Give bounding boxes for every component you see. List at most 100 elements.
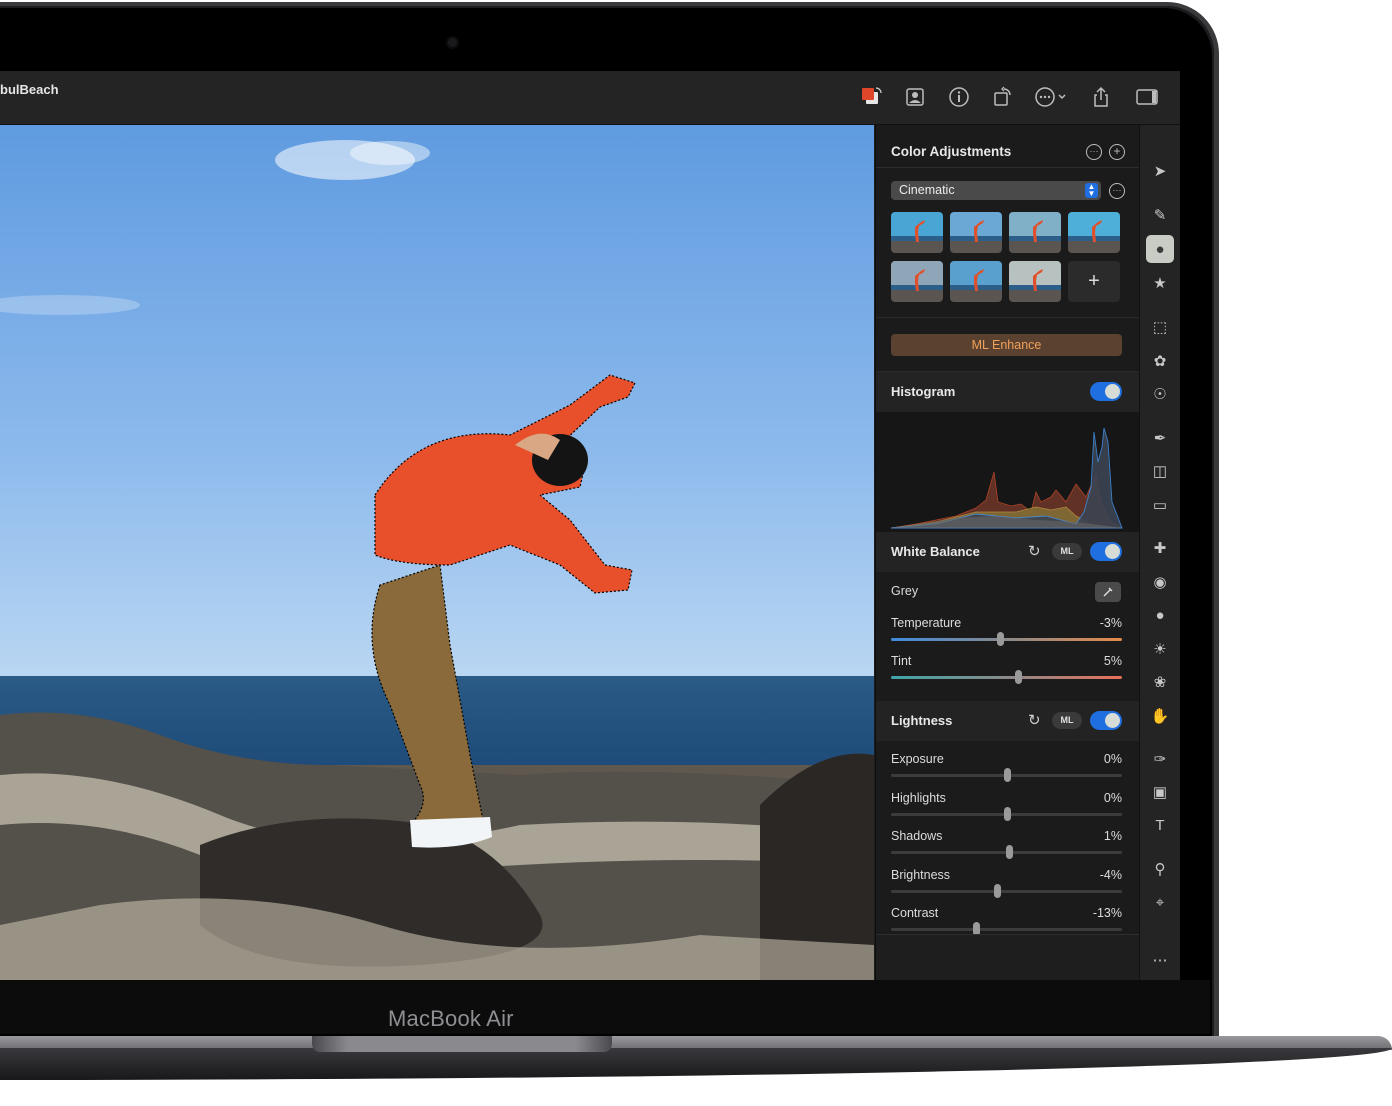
panel-footer — [876, 934, 1139, 980]
sidebar-toggle-icon[interactable] — [1134, 84, 1160, 110]
slider-thumb[interactable] — [1003, 806, 1011, 821]
preset-select-value: Cinematic — [899, 183, 955, 197]
slider-label: Brightness — [891, 867, 951, 882]
lasso-select-icon[interactable]: ✿ — [1146, 347, 1174, 375]
slider-thumb[interactable] — [1015, 670, 1023, 684]
slider-label: Contrast — [891, 906, 939, 920]
slider-track[interactable] — [891, 883, 1122, 898]
share-icon[interactable] — [1088, 84, 1114, 110]
histogram-toggle[interactable] — [1090, 382, 1122, 401]
reset-lightness-icon[interactable]: ↻ — [1028, 711, 1041, 729]
slider-label: Tint — [891, 654, 912, 668]
panel-more-icon[interactable]: ··· — [1086, 144, 1102, 160]
ml-enhance-button[interactable]: ML Enhance — [891, 334, 1122, 356]
portrait-icon[interactable] — [902, 84, 928, 110]
camera-icon — [448, 38, 457, 47]
divider — [876, 317, 1139, 318]
preset-more-icon[interactable]: ··· — [1109, 183, 1125, 199]
color-adjustments-panel: Color Adjustments ··· + Cinematic ▲ ▼ ···… — [875, 125, 1139, 980]
shapes-icon[interactable]: ▣ — [1146, 778, 1174, 806]
slider-label: Highlights — [891, 790, 946, 805]
more-tools-icon[interactable]: ⋯ — [1146, 946, 1174, 974]
screen-chin — [0, 980, 1210, 1034]
white-balance-ml-button[interactable]: ML — [1052, 543, 1082, 560]
effects-star-icon[interactable]: ★ — [1146, 269, 1174, 297]
lightness-title: Lightness — [891, 713, 953, 728]
rect-select-icon[interactable]: ⬚ — [1146, 313, 1174, 341]
chevron-up-down-icon: ▲ ▼ — [1085, 183, 1098, 198]
document-title: bulBeach — [0, 82, 59, 97]
zoom-icon[interactable]: ⚲ — [1146, 855, 1174, 883]
slider-value: 0% — [1103, 790, 1122, 805]
clone-icon[interactable]: ◉ — [1146, 568, 1174, 596]
blur-icon[interactable]: ● — [1146, 601, 1174, 629]
lightness-toggle[interactable] — [1090, 711, 1122, 730]
slider-thumb[interactable] — [996, 632, 1004, 646]
arrow-select-icon[interactable]: ➤ — [1146, 157, 1174, 185]
smudge-hand-icon[interactable]: ✋ — [1146, 702, 1174, 730]
pen-icon[interactable]: ✑ — [1146, 745, 1174, 773]
lightness-header: Lightness ↻ ML — [876, 701, 1139, 741]
preset-thumbnail[interactable] — [1068, 212, 1120, 253]
slider-value: 0% — [1103, 752, 1122, 766]
divider — [876, 167, 1139, 168]
slider-track[interactable] — [891, 922, 1122, 936]
slider-label: Temperature — [891, 616, 962, 630]
light-icon[interactable]: ☀ — [1146, 635, 1174, 663]
white-balance-toggle[interactable] — [1090, 542, 1122, 561]
lightness-ml-button[interactable]: ML — [1052, 712, 1082, 729]
rotate-icon[interactable] — [990, 84, 1016, 110]
laptop-base — [0, 1036, 1392, 1080]
paint-bucket-icon[interactable]: ◫ — [1146, 457, 1174, 485]
slider-thumb[interactable] — [994, 883, 1002, 898]
panel-title: Color Adjustments — [891, 144, 1012, 159]
slider-track[interactable] — [891, 632, 1122, 646]
title-bar: bulBeach — [0, 71, 1180, 125]
white-balance-title: White Balance — [891, 544, 980, 559]
preset-thumbnail[interactable] — [950, 261, 1002, 302]
color-mix-icon[interactable]: ❀ — [1146, 668, 1174, 696]
color-adjustments-icon[interactable]: ● — [1146, 235, 1174, 263]
paint-brush-icon[interactable]: ✎ — [1146, 201, 1174, 229]
preset-thumbnail[interactable] — [891, 261, 943, 302]
slider-thumb[interactable] — [1005, 845, 1013, 859]
slider-value: 1% — [1103, 829, 1122, 843]
info-icon[interactable] — [946, 84, 972, 110]
eyedropper-button[interactable] — [1095, 582, 1121, 602]
crop-icon[interactable]: ⌖ — [1146, 888, 1174, 916]
histogram-header: Histogram — [876, 372, 1139, 412]
slider-track[interactable] — [891, 806, 1122, 821]
slider-thumb[interactable] — [1003, 768, 1011, 782]
photo — [0, 125, 874, 980]
slider-track[interactable] — [891, 670, 1122, 684]
preset-thumbnail[interactable] — [891, 212, 943, 253]
brand-label: MacBook Air — [388, 1006, 514, 1031]
slider-track[interactable] — [891, 768, 1122, 782]
brush-icon[interactable]: ✒ — [1146, 424, 1174, 452]
more-menu-icon[interactable] — [1034, 84, 1070, 110]
eyedropper-icon — [1103, 587, 1113, 597]
preset-thumbnail[interactable] — [1009, 212, 1061, 253]
add-preset-button[interactable]: + — [1068, 261, 1120, 302]
reset-wb-icon[interactable]: ↻ — [1028, 542, 1041, 560]
slider-value: -13% — [1092, 906, 1122, 920]
text-icon[interactable]: T — [1146, 811, 1174, 839]
grey-label: Grey — [891, 584, 919, 598]
slider-label: Exposure — [891, 752, 944, 766]
tools-sidebar: ➤ ✎ ● ★ ⬚ ✿ ☉ ✒ ◫ ▭ ✚ ◉ ● ☀ ❀ ✋ ✑ ▣ T ⚲ ⌖ ⋯ — [1139, 125, 1180, 980]
slider-track[interactable] — [891, 845, 1122, 859]
eraser-icon[interactable]: ▭ — [1146, 491, 1174, 519]
layers-swap-icon[interactable] — [859, 84, 885, 110]
quick-select-icon[interactable]: ☉ — [1146, 380, 1174, 408]
preset-thumbnails: + — [891, 212, 1123, 302]
image-canvas[interactable] — [0, 125, 874, 980]
hinge-notch — [312, 1036, 612, 1052]
slider-label: Shadows — [891, 829, 943, 843]
slider-value: 5% — [1103, 654, 1122, 668]
preset-thumbnail[interactable] — [1009, 261, 1061, 302]
white-balance-header: White Balance ↻ ML — [876, 532, 1139, 572]
heal-bandage-icon[interactable]: ✚ — [1146, 534, 1174, 562]
panel-add-icon[interactable]: + — [1109, 144, 1125, 160]
preset-select[interactable]: Cinematic ▲ ▼ — [891, 181, 1101, 200]
preset-thumbnail[interactable] — [950, 212, 1002, 253]
